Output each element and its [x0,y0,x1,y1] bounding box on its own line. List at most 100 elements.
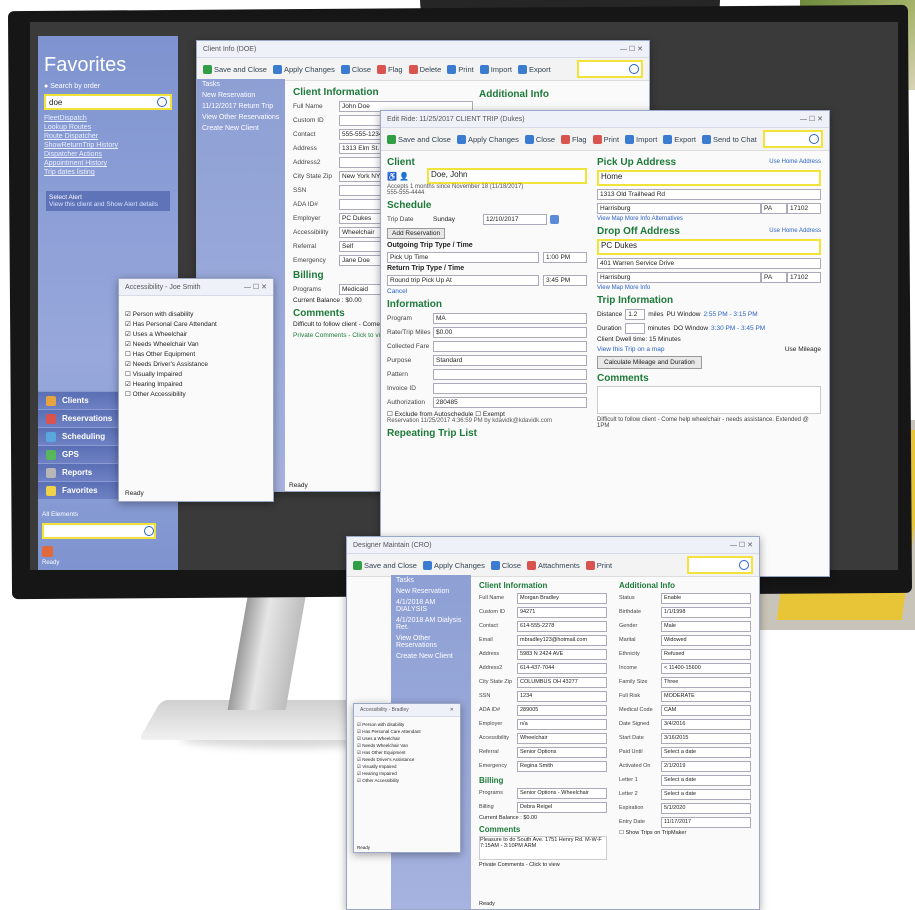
outgoing-type-select[interactable]: Pick Up Time [387,251,539,263]
toolbar-button[interactable]: Close [490,560,521,570]
toolbar-button[interactable]: Send to Chat [701,134,757,144]
field-value[interactable]: CAM [661,704,751,716]
pu-window-value[interactable]: 2:55 PM - 3:15 PM [703,311,757,318]
dropoff-zip-field[interactable]: 17102 [787,271,821,283]
field-value[interactable]: Select a date [661,746,751,758]
window-controls[interactable]: — ☐ ✕ [244,283,267,291]
checkbox[interactable]: ☐ [475,411,481,418]
dropoff-map-links[interactable]: View Map More Info [597,285,821,291]
task-link[interactable]: New Reservation [391,586,471,597]
field-value[interactable]: 289005 [517,704,607,716]
toolbar-button[interactable]: Export [517,64,551,74]
favorites-link[interactable]: Route Dispatcher [38,132,178,141]
field-value[interactable]: Senior Options [517,746,607,758]
field-value[interactable]: 1234 [517,690,607,702]
pickup-state-field[interactable]: PA [761,202,787,214]
field-value[interactable]: 11/17/2017 [661,816,751,828]
checkbox[interactable]: ☐ [125,351,133,358]
field-value[interactable]: 280485 [433,396,587,408]
search-icon[interactable] [629,64,639,74]
checkbox-checked[interactable]: ☑ [125,341,133,348]
field-value[interactable]: Morgan Bradley [517,592,607,604]
toolbar-button[interactable]: Close [524,134,555,144]
window-controls[interactable]: — ☐ ✕ [620,45,643,53]
toolbar-button[interactable]: Apply Changes [422,560,485,570]
task-link[interactable]: View Other Reservations [391,633,471,651]
toolbar-button[interactable]: Print [592,134,619,144]
field-value[interactable]: Senior Options - Wheelchair [517,787,607,799]
search-icon[interactable] [739,560,749,570]
accessibility-item[interactable]: ☑ Visually Impaired [357,764,457,770]
field-value[interactable]: mbradley123@hotmail.com [517,634,607,646]
accessibility-item[interactable]: ☑ Has Other Equipment [357,750,457,756]
field-value[interactable]: Widowed [661,634,751,646]
calculate-mileage-button[interactable]: Calculate Mileage and Duration [597,356,702,369]
dropoff-city-field[interactable]: Harrisburg [597,271,761,283]
search-icon[interactable] [144,526,154,536]
do-window-value[interactable]: 3:30 PM - 3:45 PM [711,325,765,332]
task-link[interactable]: 4/1/2018 AM DIALYSIS [391,597,471,615]
field-value[interactable]: 1/1/1998 [661,606,751,618]
window-controls[interactable]: — ☐ ✕ [730,541,753,549]
field-value[interactable]: 5983 N 2424 AVE [517,648,607,660]
checkbox[interactable]: ☐ [125,391,133,398]
dropoff-state-field[interactable]: PA [761,271,787,283]
field-value[interactable]: MODERATE [661,690,751,702]
favorites-link[interactable]: Trip dates listing [38,168,178,177]
field-value[interactable]: Refused [661,648,751,660]
field-value[interactable]: 94271 [517,606,607,618]
accessibility-item[interactable]: ☑ Person with disability [357,722,457,728]
toolbar-button[interactable]: Export [663,134,696,144]
accessibility-item[interactable]: ☑ Needs Wheelchair Van [125,340,267,348]
field-value[interactable]: Three [661,676,751,688]
checkbox-checked[interactable]: ☑ [125,381,133,388]
favorites-link[interactable]: Dispatcher Actions [38,150,178,159]
favorites-link[interactable]: Appointment History [38,159,178,168]
checkbox[interactable]: ☐ [619,830,624,836]
accessibility-item[interactable]: ☑ Has Personal Care Attendant [125,320,267,328]
calendar-icon[interactable] [42,546,53,559]
field-value[interactable] [433,340,587,352]
toolbar-button[interactable]: Flag [561,134,587,144]
return-type-select[interactable]: Round trip Pick Up At [387,274,539,286]
search-icon[interactable] [809,134,819,144]
window-controls[interactable]: — ☐ ✕ [800,115,823,123]
window-controls[interactable]: ✕ [450,707,454,713]
field-value[interactable]: 2/1/2019 [661,760,751,772]
toolbar-button[interactable]: Import [479,64,512,74]
dropoff-name-field[interactable]: PC Dukes [597,239,821,255]
favorites-link[interactable]: FleetDispatch [38,114,178,123]
field-value[interactable]: Regina Smith [517,760,607,772]
field-value[interactable]: n/a [517,718,607,730]
field-value[interactable]: MA [433,312,587,324]
all-elements-label[interactable]: All Elements [42,511,78,518]
accessibility-item[interactable]: ☑ Needs Driver's Assistance [125,360,267,368]
distance-field[interactable]: 1.2 [625,308,646,320]
duration-field[interactable] [624,322,645,334]
field-value[interactable]: Standard [433,354,587,366]
checkbox-checked[interactable]: ☑ [125,361,133,368]
toolbar-button[interactable]: Attachments [527,560,580,570]
checkbox[interactable]: ☐ [387,411,393,418]
dropoff-street-field[interactable]: 401 Warren Service Drive [597,258,821,269]
field-value[interactable]: Male [661,620,751,632]
alert-box[interactable]: Select Alert View this client and Show A… [46,191,170,211]
accessibility-item[interactable]: ☑ Uses a Wheelchair [125,330,267,338]
checkbox-checked[interactable]: ☑ [125,321,133,328]
task-link[interactable]: New Reservation [197,90,285,101]
task-link[interactable]: Create New Client [197,123,285,134]
toolbar-button[interactable]: Apply Changes [272,64,335,74]
accessibility-item[interactable]: ☑ Needs Wheelchair Van [357,743,457,749]
toolbar-button[interactable]: Close [340,64,371,74]
field-value[interactable]: 3/16/2015 [661,732,751,744]
trip-date-field[interactable]: 12/10/2017 [483,213,547,225]
task-link[interactable]: Create New Client [391,651,471,662]
toolbar-button[interactable]: Import [625,134,657,144]
pickup-home-link[interactable]: Use Home Address [769,159,821,170]
pickup-city-field[interactable]: Harrisburg [597,202,761,214]
field-value[interactable]: Debra Reigel [517,801,607,813]
favorites-link[interactable]: Lookup Routes [38,123,178,132]
accessibility-item[interactable]: ☐ Has Other Equipment [125,350,267,358]
accessibility-item[interactable]: ☐ Other Accessibility [125,390,267,398]
accessibility-item[interactable]: ☑ Person with disability [125,310,267,318]
